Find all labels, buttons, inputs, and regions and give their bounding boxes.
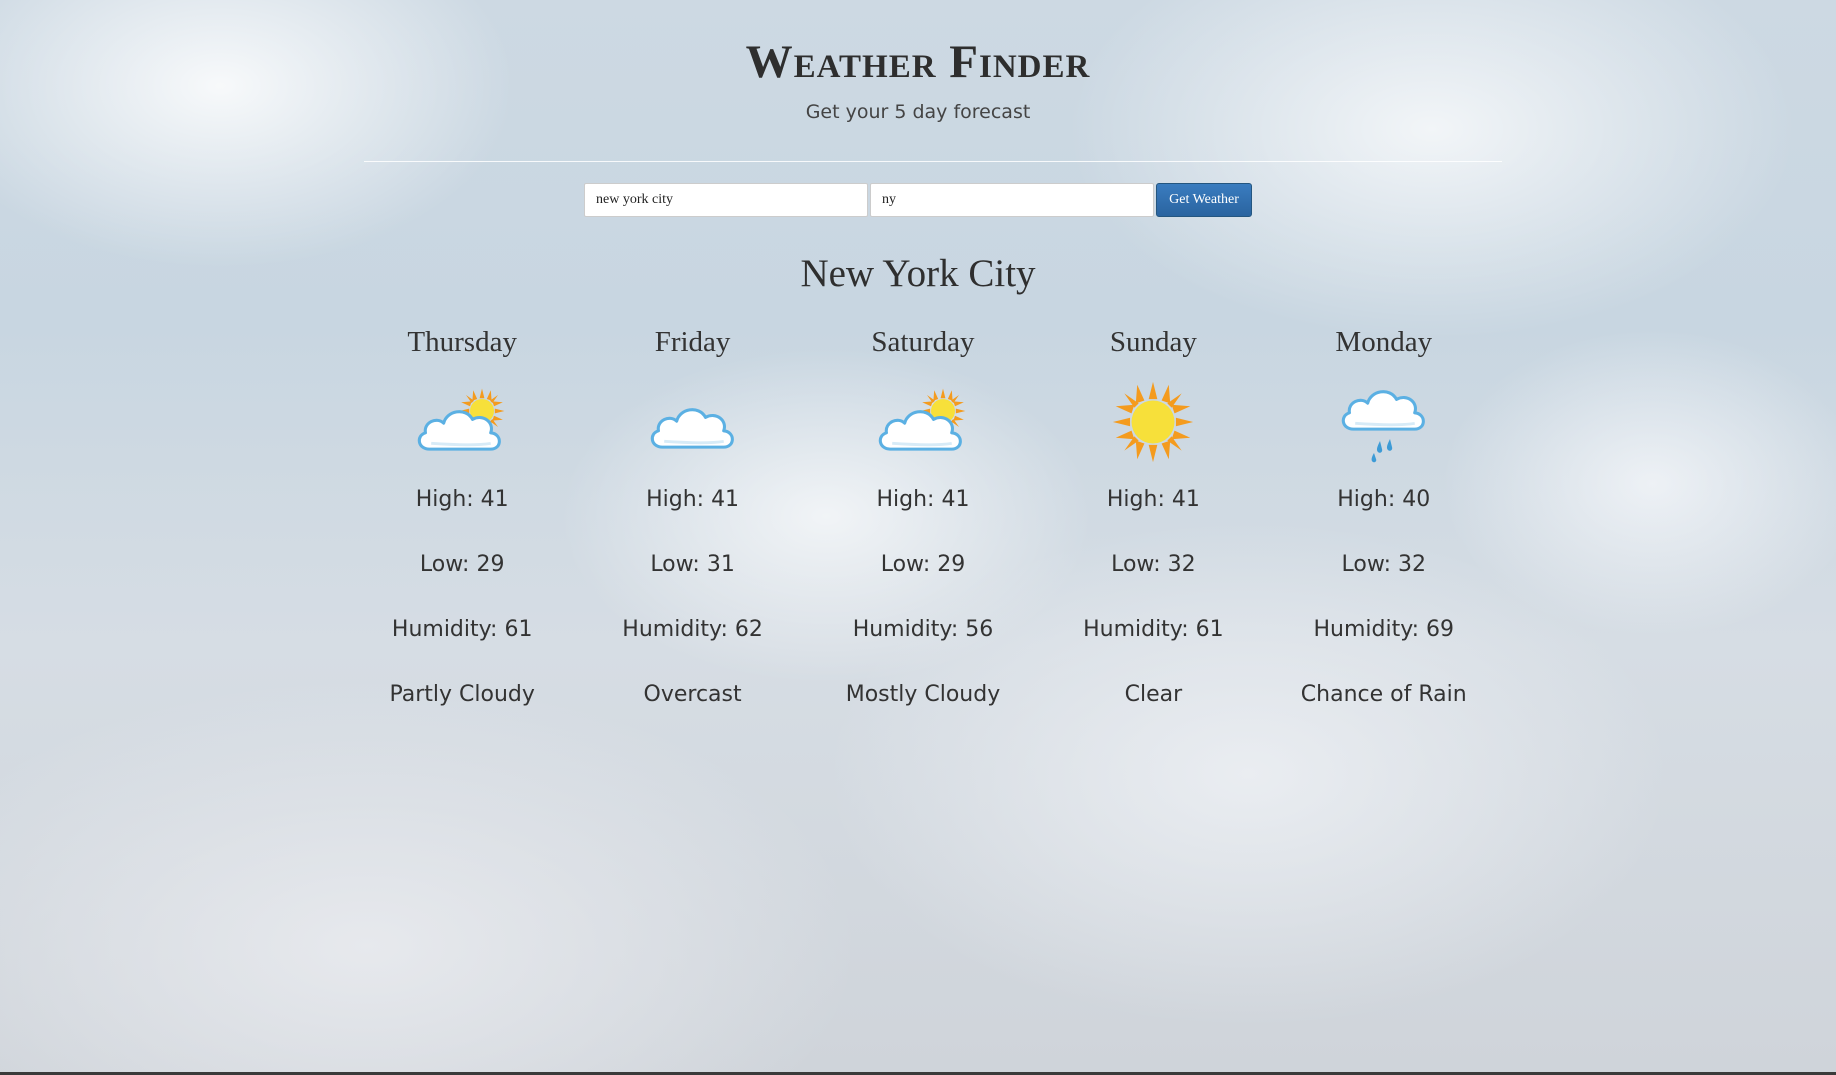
low-temp: Low: 32 [1111,552,1196,577]
condition: Clear [1124,682,1183,707]
condition: Partly Cloudy [389,682,535,707]
condition: Chance of Rain [1300,682,1467,707]
forecast-day: Friday High: 41 Low: 31 Humidity: 62 Ove… [577,320,807,710]
forecast-day: Monday High: 40 Low: 32 Humidity: 69 Cha… [1269,320,1499,710]
search-form: Get Weather [584,183,1252,217]
partly-cloudy-icon [808,374,1038,470]
forecast-day: Thursday High: 41 Low: 29 Humidity: 61 P… [347,320,577,710]
high-temp: High: 41 [415,487,509,512]
rain-cloud-icon [1269,374,1499,470]
low-temp: Low: 29 [880,552,966,577]
high-temp: High: 41 [876,487,970,512]
day-name: Thursday [407,326,517,358]
condition: Mostly Cloudy [845,682,1001,707]
day-name: Monday [1335,326,1433,358]
forecast-day: Saturday High: 41 Low: 29 Humidity: 56 M… [808,320,1038,710]
get-weather-button[interactable]: Get Weather [1156,183,1252,217]
page-subtitle: Get your 5 day forecast [805,101,1031,123]
city-name: New York City [800,252,1036,295]
low-temp: Low: 29 [419,552,505,577]
humidity: Humidity: 62 [622,617,763,642]
humidity: Humidity: 69 [1313,617,1455,642]
high-temp: High: 41 [646,487,740,512]
day-name: Saturday [871,326,975,358]
low-temp: Low: 31 [650,552,735,577]
state-input[interactable] [870,183,1154,217]
low-temp: Low: 32 [1341,552,1427,577]
high-temp: High: 41 [1106,487,1200,512]
cloud-icon [577,374,807,470]
humidity: Humidity: 61 [391,617,533,642]
page-title: Weather Finder [745,36,1091,88]
humidity: Humidity: 56 [852,617,994,642]
day-name: Sunday [1109,326,1197,358]
high-temp: High: 40 [1337,487,1431,512]
day-name: Friday [654,326,731,358]
city-input[interactable] [584,183,868,217]
header: Weather Finder Get your 5 day forecast [0,34,1836,124]
forecast: Thursday High: 41 Low: 29 Humidity: 61 P… [347,320,1499,710]
condition: Overcast [643,682,742,707]
humidity: Humidity: 61 [1083,617,1224,642]
divider [364,161,1502,162]
partly-cloudy-icon [347,374,577,470]
forecast-day: Sunday High: 41 Low: 32 Humidity: 61 Cle… [1038,320,1268,710]
sun-icon [1038,374,1268,470]
